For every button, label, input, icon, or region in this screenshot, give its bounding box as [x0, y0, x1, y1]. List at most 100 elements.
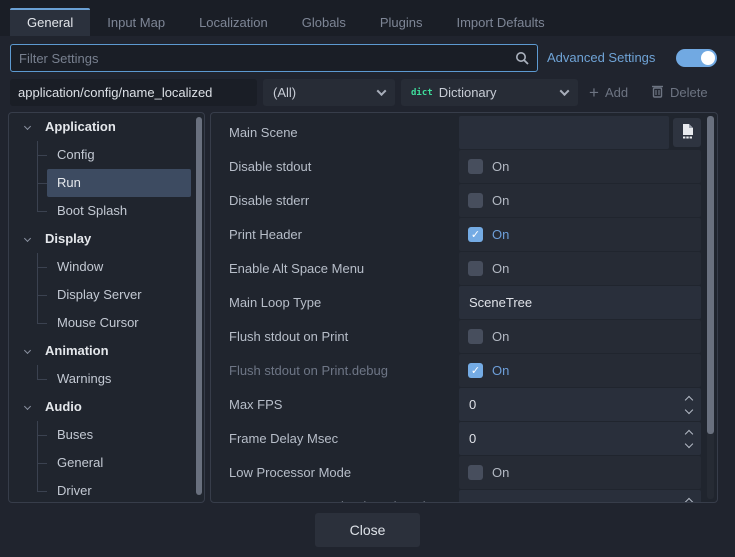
checkbox-disable-stderr[interactable]: [468, 193, 483, 208]
advanced-settings-label: Advanced Settings: [547, 44, 655, 72]
setting-row-max-fps: Max FPS0: [211, 388, 717, 421]
checkbox-print-header[interactable]: ✓: [468, 227, 483, 242]
setting-label-low-processor-mode: Low Processor Mode: [211, 456, 459, 489]
tree-section-animation[interactable]: Animation: [9, 337, 204, 365]
field-value: SceneTree: [459, 295, 532, 310]
setting-row-frame-delay-msec: Frame Delay Msec0: [211, 422, 717, 455]
setting-row-main-scene: Main Scene: [211, 116, 717, 149]
tree-item-config[interactable]: Config: [47, 141, 191, 169]
tree-section-display[interactable]: Display: [9, 225, 204, 253]
setting-row-flush-stdout-on-print: Flush stdout on Print On: [211, 320, 717, 353]
setting-value-frame-delay-msec[interactable]: 0: [459, 422, 701, 455]
setting-label-main-scene: Main Scene: [211, 116, 459, 149]
tree-section-audio[interactable]: Audio: [9, 393, 204, 421]
plus-icon: +: [589, 84, 599, 101]
checkbox-state-label: On: [492, 227, 509, 242]
checkbox-disable-stdout[interactable]: [468, 159, 483, 174]
setting-label-disable-stderr: Disable stderr: [211, 184, 459, 217]
setting-label-print-header: Print Header: [211, 218, 459, 251]
project-settings-dialog: GeneralInput MapLocalizationGlobalsPlugi…: [0, 0, 735, 557]
load-file-button[interactable]: [673, 118, 701, 147]
dictionary-type-icon: dict: [411, 88, 433, 98]
spin-up-icon[interactable]: [685, 395, 693, 403]
setting-label-frame-delay-msec: Frame Delay Msec: [211, 422, 459, 455]
setting-label-low-processor-mode-sleep-usec: Low Processor Mode Sleep (usec): [211, 490, 459, 503]
filter-settings-searchbox[interactable]: [10, 44, 538, 72]
tree-item-boot-splash[interactable]: Boot Splash: [47, 197, 191, 225]
chevron-down-icon[interactable]: [24, 403, 31, 410]
spin-up-icon[interactable]: [685, 497, 693, 503]
sidebar-scrollbar[interactable]: [196, 117, 202, 495]
checkbox-state-label: On: [492, 261, 509, 276]
tree-item-display-server[interactable]: Display Server: [47, 281, 191, 309]
tab-globals[interactable]: Globals: [285, 8, 363, 36]
chevron-down-icon: [560, 86, 570, 96]
type-dropdown[interactable]: dict Dictionary: [401, 79, 578, 106]
setting-label-max-fps: Max FPS: [211, 388, 459, 421]
tree-item-run[interactable]: Run: [47, 169, 191, 197]
main-scrollbar-thumb[interactable]: [707, 116, 714, 434]
property-path-input[interactable]: [10, 79, 257, 106]
tab-input-map[interactable]: Input Map: [90, 8, 182, 36]
checkbox-state-label: On: [492, 465, 509, 480]
checkbox-state-label: On: [492, 193, 509, 208]
chevron-down-icon[interactable]: [24, 347, 31, 354]
tab-plugins[interactable]: Plugins: [363, 8, 440, 36]
spin-up-icon[interactable]: [685, 429, 693, 437]
checkbox-state-label: On: [492, 329, 509, 344]
tree-item-general[interactable]: General: [47, 449, 191, 477]
feature-filter-dropdown[interactable]: (All): [263, 79, 395, 106]
tree-item-driver[interactable]: Driver: [47, 477, 191, 503]
checkbox-state-label: On: [492, 363, 509, 378]
field-value: 0: [459, 431, 476, 446]
setting-label-disable-stdout: Disable stdout: [211, 150, 459, 183]
delete-button[interactable]: Delete: [651, 79, 708, 106]
settings-category-tree: ApplicationConfigRunBoot SplashDisplayWi…: [8, 112, 205, 503]
checkbox-enable-alt-space-menu[interactable]: [468, 261, 483, 276]
setting-label-flush-stdout-on-print: Flush stdout on Print: [211, 320, 459, 353]
setting-label-enable-alt-space-menu: Enable Alt Space Menu: [211, 252, 459, 285]
tab-bar: GeneralInput MapLocalizationGlobalsPlugi…: [0, 0, 735, 36]
search-icon: [515, 51, 529, 65]
tab-import-defaults[interactable]: Import Defaults: [439, 8, 561, 36]
tree-item-warnings[interactable]: Warnings: [47, 365, 191, 393]
trash-icon: [651, 84, 664, 101]
spin-down-icon[interactable]: [685, 405, 693, 413]
spinbox-arrows[interactable]: [686, 431, 692, 447]
spinbox-arrows[interactable]: [686, 499, 692, 504]
spinbox-arrows[interactable]: [686, 397, 692, 413]
field-value: 6000: [459, 499, 498, 503]
checkbox-flush-stdout-on-print-debug[interactable]: ✓: [468, 363, 483, 378]
tree-item-window[interactable]: Window: [47, 253, 191, 281]
setting-label-main-loop-type: Main Loop Type: [211, 286, 459, 319]
property-path-field[interactable]: [10, 79, 257, 106]
advanced-settings-toggle[interactable]: [676, 49, 717, 67]
filter-settings-input[interactable]: [11, 45, 515, 71]
setting-value-main-loop-type[interactable]: SceneTree: [459, 286, 701, 319]
setting-value-low-processor-mode-sleep-usec[interactable]: 6000: [459, 490, 701, 503]
setting-row-disable-stderr: Disable stderr On: [211, 184, 717, 217]
close-button[interactable]: Close: [315, 513, 420, 547]
chevron-down-icon[interactable]: [24, 123, 31, 130]
type-value: Dictionary: [439, 85, 497, 100]
setting-value-print-header: ✓ On: [459, 218, 701, 251]
tree-item-buses[interactable]: Buses: [47, 421, 191, 449]
chevron-down-icon[interactable]: [24, 235, 31, 242]
add-button[interactable]: + Add: [589, 79, 628, 106]
tab-localization[interactable]: Localization: [182, 8, 285, 36]
toggle-knob: [701, 51, 715, 65]
checkbox-flush-stdout-on-print[interactable]: [468, 329, 483, 344]
checkbox-state-label: On: [492, 159, 509, 174]
setting-row-disable-stdout: Disable stdout On: [211, 150, 717, 183]
main-scene-path-field[interactable]: [459, 116, 669, 149]
field-value: 0: [459, 397, 476, 412]
tree-item-mouse-cursor[interactable]: Mouse Cursor: [47, 309, 191, 337]
setting-value-enable-alt-space-menu: On: [459, 252, 701, 285]
spin-down-icon[interactable]: [685, 439, 693, 447]
setting-value-max-fps[interactable]: 0: [459, 388, 701, 421]
setting-row-main-loop-type: Main Loop TypeSceneTree: [211, 286, 717, 319]
setting-row-low-processor-mode-sleep-usec: Low Processor Mode Sleep (usec)6000: [211, 490, 717, 503]
tree-section-application[interactable]: Application: [9, 113, 204, 141]
tab-general[interactable]: General: [10, 8, 90, 36]
checkbox-low-processor-mode[interactable]: [468, 465, 483, 480]
